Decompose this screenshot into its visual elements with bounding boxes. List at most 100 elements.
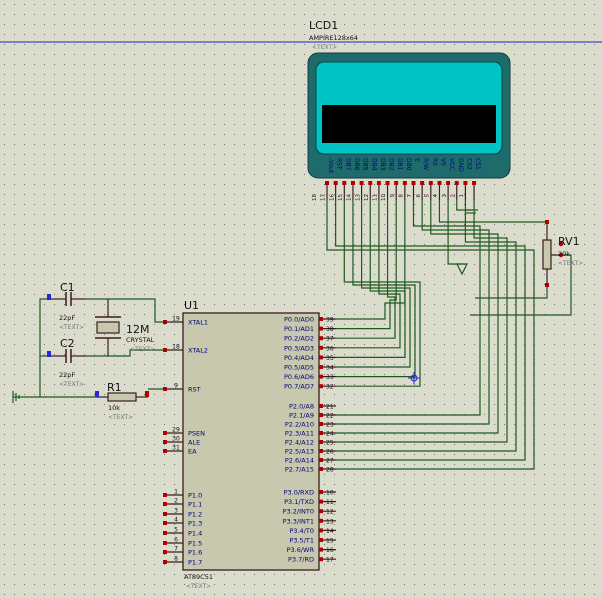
u1-pin-number: 10 — [326, 490, 334, 497]
u1-pin-number: 15 — [326, 538, 334, 545]
u1-pin-label: P0.7/AD7 — [284, 383, 314, 391]
lcd-pin-number: 12 — [364, 194, 370, 201]
u1-right-pin[interactable]: 35 P0.4/AD4 — [284, 354, 336, 362]
u1-right-pin[interactable]: 32 P0.7/AD7 — [284, 383, 336, 391]
u1-component[interactable]: U1 AT89C51 <TEXT> 19 XTAL118 XTAL29 RST29 PS… — [163, 299, 336, 590]
lcd1-ref: LCD1 — [309, 19, 338, 32]
u1-pin-label: P2.7/A15 — [285, 466, 314, 474]
u1-pin-number: 9 — [174, 383, 178, 390]
rv1-body — [542, 239, 552, 270]
u1-pin-number: 7 — [174, 546, 178, 553]
u1-right-pin[interactable]: 11 P3.1/TXD — [284, 498, 336, 506]
c1-text-tag: <TEXT> — [59, 324, 84, 331]
u1-pin-number: 29 — [172, 427, 180, 434]
u1-pin-marker — [163, 320, 167, 324]
u1-pin-label: ALE — [188, 439, 200, 447]
rv1-pin-marker — [545, 283, 549, 287]
u1-right-pin[interactable]: 22 P2.1/A9 — [289, 412, 336, 420]
lcd1-text-tag: <TEXT> — [312, 44, 337, 51]
u1-right-pin[interactable]: 36 P0.3/AD3 — [284, 344, 336, 352]
c2-value: 22pF — [59, 371, 75, 379]
lcd-pin-number: 8 — [399, 194, 405, 198]
u1-pin-marker — [319, 326, 323, 331]
u1-pin-label: P0.1/AD1 — [284, 325, 314, 333]
c1-pin-marker — [47, 294, 51, 300]
crystal-ref: 12M — [126, 323, 150, 336]
u1-pin-marker — [319, 509, 323, 514]
rv1-value: 20k — [558, 250, 570, 258]
u1-pin-label: P2.4/A12 — [285, 439, 314, 447]
u1-pin-marker — [319, 518, 323, 523]
u1-pin-number: 2 — [174, 498, 178, 505]
u1-pin-number: 28 — [326, 467, 334, 474]
u1-right-pin[interactable]: 37 P0.2/AD2 — [284, 335, 336, 343]
u1-pin-number: 14 — [326, 528, 334, 535]
u1-pin-label: P3.7/RD — [288, 556, 314, 564]
u1-right-pin[interactable]: 10 P3.0/RXD — [284, 489, 336, 497]
u1-pin-label: P2.6/A14 — [285, 457, 314, 465]
u1-right-pin[interactable]: 17 P3.7/RD — [288, 556, 336, 564]
u1-pin-marker — [319, 345, 323, 350]
u1-right-pin[interactable]: 21 P2.0/A8 — [289, 403, 336, 411]
lcd-pin-label: CS2 — [465, 158, 472, 170]
u1-right-pin[interactable]: 16 P3.6/WR — [287, 546, 336, 554]
lcd-pin-marker — [472, 181, 477, 185]
u1-right-pin[interactable]: 26 P2.5/A13 — [285, 448, 336, 456]
u1-pin-label: P1.1 — [188, 501, 202, 509]
u1-pin-label: P0.4/AD4 — [284, 354, 314, 362]
u1-pin-number: 23 — [326, 422, 334, 429]
u1-right-pin[interactable]: 14 P3.4/T0 — [289, 527, 336, 535]
u1-pin-label: P1.6 — [188, 549, 202, 557]
lcd-pin-number: 16 — [329, 194, 335, 201]
u1-right-pin[interactable]: 24 P2.3/A11 — [285, 430, 336, 438]
c2-pin-marker — [47, 351, 51, 357]
u1-right-pin[interactable]: 39 P0.0/AD0 — [284, 316, 336, 324]
u1-pin-label: P3.5/T1 — [289, 537, 314, 545]
u1-right-pin[interactable]: 34 P0.5/AD5 — [284, 364, 336, 372]
u1-pin-marker — [319, 355, 323, 360]
u1-pin-label: P1.2 — [188, 511, 202, 519]
u1-pin-marker — [319, 467, 323, 471]
u1-pin-number: 13 — [326, 518, 334, 525]
c2-text-tag: <TEXT> — [59, 381, 84, 388]
u1-pin-label: P3.2/INT0 — [283, 508, 314, 516]
u1-right-pin[interactable]: 15 P3.5/T1 — [289, 537, 336, 545]
u1-right-pin[interactable]: 23 P2.2/A10 — [285, 421, 336, 429]
u1-pin-number: 16 — [326, 547, 334, 554]
u1-pin-label: P3.3/INT1 — [283, 517, 314, 525]
u1-right-pin[interactable]: 12 P3.2/INT0 — [283, 508, 336, 516]
crystal-value: CRYSTAL — [126, 336, 155, 344]
u1-pin-label: P1.4 — [188, 530, 202, 538]
u1-pin-marker — [163, 531, 167, 535]
u1-pin-label: P3.6/WR — [287, 546, 315, 554]
u1-pin-number: 36 — [326, 345, 334, 352]
u1-pin-marker — [319, 317, 323, 321]
u1-pin-number: 18 — [172, 344, 180, 351]
lcd-pin-label: DB7 — [344, 158, 351, 171]
u1-right-pin[interactable]: 13 P3.3/INT1 — [283, 517, 336, 525]
lcd-pin-marker — [463, 181, 468, 185]
u1-pin-marker — [163, 449, 167, 453]
lcd-pin-marker — [411, 181, 416, 185]
rv1-ref: RV1 — [558, 235, 580, 248]
r1-ref: R1 — [107, 381, 122, 394]
u1-right-pin[interactable]: 27 P2.6/A14 — [285, 457, 336, 465]
u1-pin-label: RST — [188, 386, 201, 394]
u1-right-pin[interactable]: 25 P2.4/A12 — [285, 439, 336, 447]
lcd-pin-marker — [333, 181, 338, 185]
lcd-pin-number: 2 — [450, 194, 456, 198]
u1-pin-number: 39 — [326, 317, 334, 324]
u1-pin-label: P1.3 — [188, 520, 202, 528]
lcd-pin-label: DB4 — [370, 158, 377, 171]
u1-pin-number: 38 — [326, 326, 334, 333]
u1-right-pin[interactable]: 38 P0.1/AD1 — [284, 325, 336, 333]
lcd-pin-marker — [350, 181, 355, 185]
u1-pin-number: 32 — [326, 384, 334, 391]
lcd-pin-label: DB0 — [405, 158, 412, 171]
lcd-pin-label: E — [414, 158, 421, 162]
u1-right-pin[interactable]: 28 P2.7/A15 — [285, 466, 336, 474]
schematic-canvas[interactable]: LCD1 AMPIRE128x64 <TEXT> -Vout18RST17DB7… — [0, 0, 602, 598]
u1-right-pin[interactable]: 33 P0.6/AD6 — [284, 373, 336, 381]
u1-pin-marker — [319, 557, 323, 562]
u1-pin-number: 4 — [174, 517, 178, 524]
